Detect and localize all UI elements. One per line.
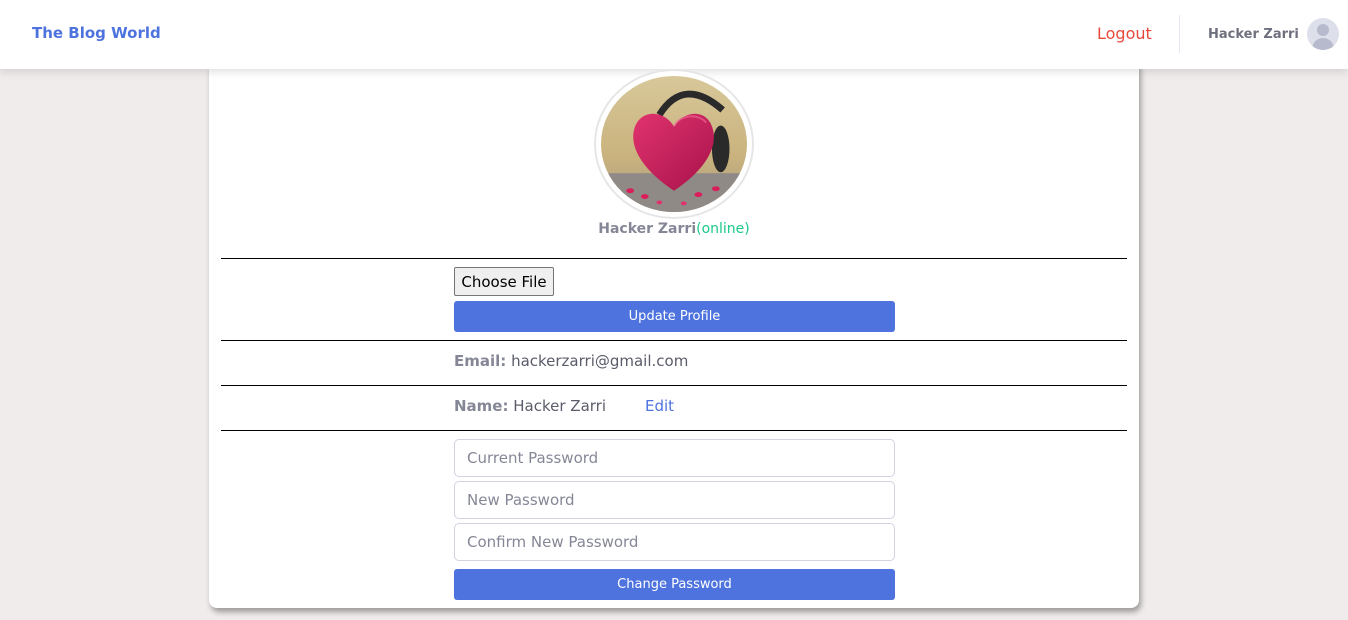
choose-file-button[interactable]: Choose File [454,267,554,296]
update-profile-button[interactable]: Update Profile [454,301,895,332]
user-avatar-icon[interactable] [1306,18,1339,50]
change-password-button[interactable]: Change Password [454,569,895,600]
edit-name-link[interactable]: Edit [645,397,674,415]
divider [221,258,1127,259]
logout-link[interactable]: Logout [1097,24,1152,43]
top-navbar: The Blog World Logout Hacker Zarri [0,0,1348,69]
confirm-password-input[interactable] [454,523,895,561]
topbar-divider [1179,15,1180,53]
email-label: Email: [454,352,507,370]
profile-picture [594,69,754,219]
user-name: Hacker Zarri [1208,26,1299,42]
email-value: hackerzarri@gmail.com [511,352,689,370]
divider [221,340,1127,341]
profile-heart-image [601,76,747,212]
name-value: Hacker Zarri [513,397,607,415]
profile-name: Hacker Zarri [598,221,697,237]
profile-name-line: Hacker Zarri(online) [0,221,1348,237]
divider [221,430,1127,431]
email-row: Email: hackerzarri@gmail.com [454,352,688,370]
divider [221,385,1127,386]
name-label: Name: [454,397,509,415]
user-menu[interactable]: Hacker Zarri [1208,17,1339,51]
new-password-input[interactable] [454,481,895,519]
name-row: Name: Hacker Zarri [454,397,606,415]
brand-link[interactable]: The Blog World [32,24,161,42]
online-status: (online) [696,221,750,237]
current-password-input[interactable] [454,439,895,477]
